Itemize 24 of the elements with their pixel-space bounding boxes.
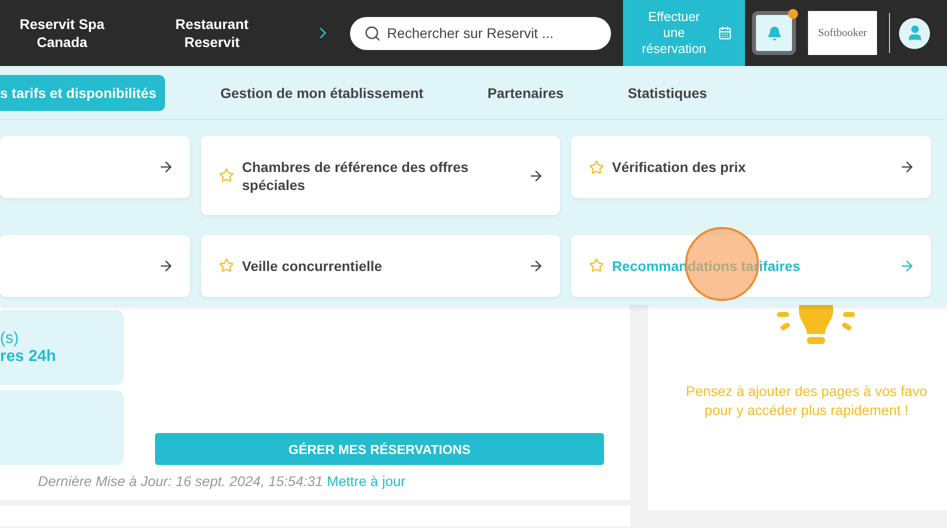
last-update-text: Dernière Mise à Jour: 16 sept. 2024, 15:54:31 [38, 473, 323, 489]
menu-card[interactable]: Chambres de référence des offres spéciales [201, 136, 560, 215]
tile-text: (s) [0, 330, 20, 348]
menu-card[interactable]: Vérification des prix [571, 136, 931, 198]
menu-card[interactable]: Veille concurrentielle [201, 234, 560, 296]
nav-tab[interactable]: Gestion de mon établissement [220, 74, 424, 110]
arrow-right-icon [158, 159, 174, 175]
bell-icon [766, 26, 782, 40]
nav-tab[interactable]: Statistiques [628, 74, 708, 110]
calendar-icon [718, 26, 732, 40]
favorites-hint: Pensez à ajouter des pages à vos favo pour y accéder plus rapidement ! [684, 382, 928, 420]
search-field[interactable]: Rechercher sur Reservit ... [350, 16, 611, 50]
logo: Softbooker [808, 11, 877, 55]
nav-tab[interactable]: Partenaires [487, 74, 564, 110]
tile-value: res 24h [0, 348, 58, 366]
star-icon [219, 258, 234, 273]
star-icon [589, 258, 604, 273]
notification-button[interactable] [752, 11, 796, 55]
star-icon [589, 160, 604, 174]
star-icon [219, 168, 234, 183]
search-icon [364, 24, 381, 42]
user-avatar-button[interactable] [899, 18, 930, 48]
property-name[interactable]: Restaurant Reservit [162, 15, 262, 51]
property-name[interactable]: Reservit Spa Canada [7, 15, 117, 51]
